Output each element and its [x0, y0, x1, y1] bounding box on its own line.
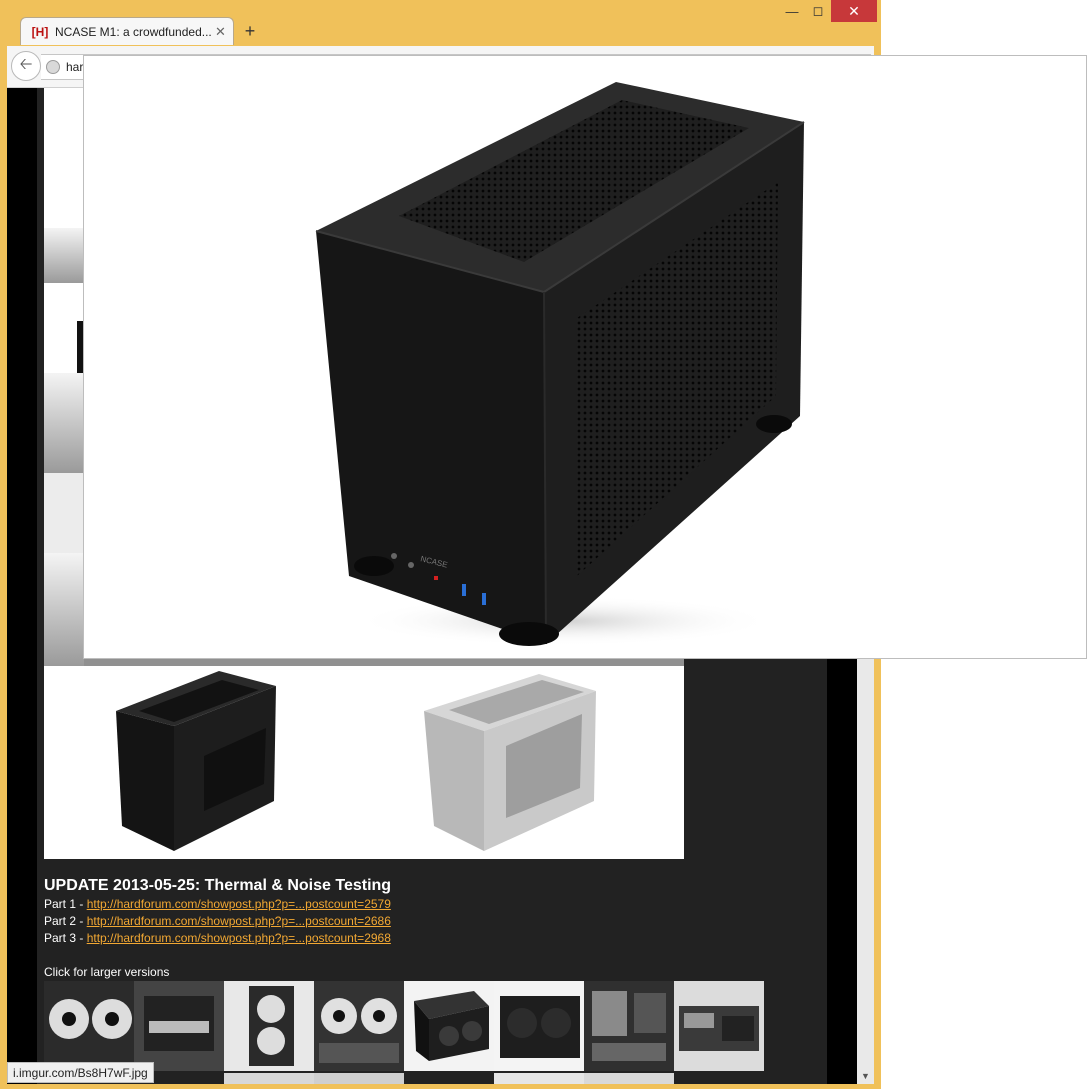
tab-title: NCASE M1: a crowdfunded...: [55, 24, 211, 39]
part-line: Part 2 - http://hardforum.com/showpost.p…: [44, 914, 391, 928]
minimize-icon[interactable]: —: [781, 0, 803, 22]
scroll-down-arrow-icon[interactable]: ▼: [859, 1070, 872, 1082]
back-arrow-icon: 🡠: [19, 55, 33, 73]
new-tab-button[interactable]: +: [240, 20, 260, 42]
status-url: i.imgur.com/Bs8H7wF.jpg: [13, 1065, 148, 1080]
thumbnail[interactable]: [494, 981, 584, 1071]
close-window-icon[interactable]: ✕: [831, 0, 877, 22]
thumbnail[interactable]: [314, 1073, 404, 1084]
status-bar: i.imgur.com/Bs8H7wF.jpg: [7, 1062, 154, 1083]
thumbnail[interactable]: [134, 981, 224, 1071]
part-line: Part 3 - http://hardforum.com/showpost.p…: [44, 931, 391, 945]
thumbnail[interactable]: [224, 981, 314, 1071]
browser-tab[interactable]: [H] NCASE M1: a crowdfunded... ✕: [20, 17, 234, 45]
thumbnail[interactable]: [584, 1073, 674, 1084]
back-button[interactable]: 🡠: [11, 51, 41, 81]
click-note: Click for larger versions: [44, 965, 170, 979]
tab-close-icon[interactable]: ✕: [215, 24, 226, 40]
address-text: har: [66, 60, 84, 74]
thumbnail[interactable]: [314, 981, 404, 1071]
case-thumbnails: [116, 671, 596, 851]
part-link[interactable]: http://hardforum.com/showpost.php?p=...p…: [87, 931, 391, 945]
ncase-m1-black-image: NCASE: [315, 82, 805, 646]
part-label: Part 1 -: [44, 897, 87, 911]
part-label: Part 2 -: [44, 914, 87, 928]
part-link[interactable]: http://hardforum.com/showpost.php?p=...p…: [87, 914, 391, 928]
globe-icon: [46, 60, 60, 74]
part-link[interactable]: http://hardforum.com/showpost.php?p=...p…: [87, 897, 391, 911]
thumbnail[interactable]: [44, 981, 134, 1071]
product-gallery-bottom[interactable]: [44, 666, 684, 859]
hardforum-favicon-icon: [H]: [31, 24, 49, 39]
thumbnail[interactable]: [494, 1073, 584, 1084]
thumbnail[interactable]: [584, 981, 674, 1071]
image-popup[interactable]: NCASE: [83, 55, 1087, 659]
thumbnail[interactable]: [674, 981, 764, 1071]
part-line: Part 1 - http://hardforum.com/showpost.p…: [44, 897, 391, 911]
thumbnail[interactable]: [404, 981, 494, 1071]
maximize-icon[interactable]: ◻: [806, 0, 830, 22]
thumbnail[interactable]: [224, 1073, 314, 1084]
part-label: Part 3 -: [44, 931, 87, 945]
update-heading: UPDATE 2013-05-25: Thermal & Noise Testi…: [44, 877, 392, 894]
